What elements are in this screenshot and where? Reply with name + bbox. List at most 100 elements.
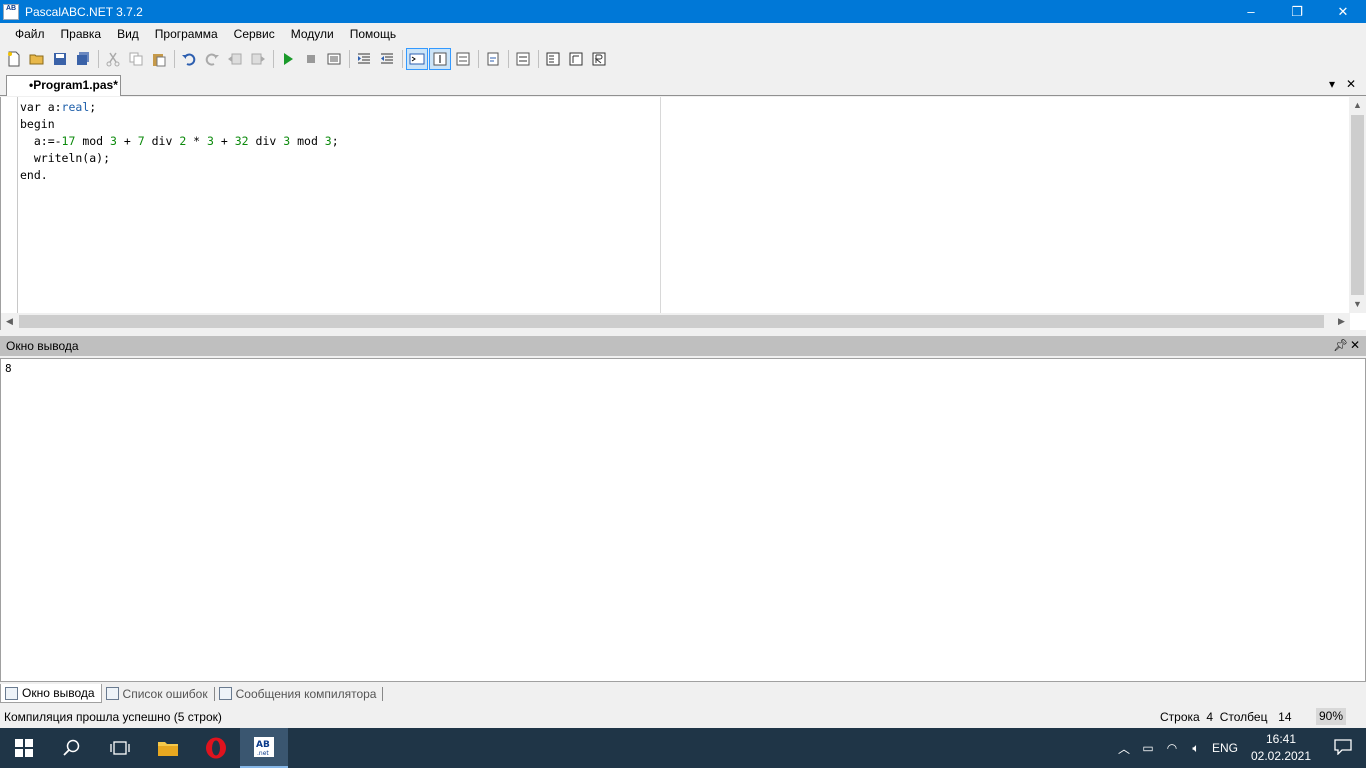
menu-file[interactable]: Файл [7,24,53,44]
right-margin-line [660,97,661,313]
restore-button[interactable]: ❐ [1274,0,1320,23]
format-code-icon[interactable] [482,48,504,70]
code-token: ; [331,134,339,148]
pin-icon[interactable]: 📌︎ [1333,338,1348,352]
code-line[interactable]: writeln(a); [20,150,339,167]
code-text[interactable]: var a:real; begin a:=-17 mod 3 + 7 div 2 … [20,99,339,184]
clock-date: 02.02.2021 [1250,749,1312,763]
menu-service[interactable]: Сервис [226,24,283,44]
code-token: begin [20,117,55,131]
compile-icon[interactable] [323,48,345,70]
code-token: a:=- [20,134,62,148]
copy-icon[interactable] [125,48,147,70]
toolbar-separator [349,50,350,68]
tab-output-window-label: Окно вывода [22,686,95,700]
code-token: div [144,134,180,148]
horizontal-scrollbar[interactable]: ◀ ▶ [1,313,1350,330]
pascalabc-taskbar-icon[interactable]: AB .net [240,728,288,768]
tab-output-window[interactable]: Окно вывода [0,684,102,703]
unindent-icon[interactable] [376,48,398,70]
start-windows-icon[interactable] [0,728,48,768]
close-tab-icon[interactable]: ✕ [1346,77,1356,91]
code-editor[interactable]: var a:real; begin a:=-17 mod 3 + 7 div 2 … [0,97,1366,330]
code-token: div [248,134,284,148]
output-panel-title: Окно вывода [6,339,79,353]
code-token: real [61,100,90,114]
output-window[interactable]: 8 [0,358,1366,682]
save-icon[interactable] [49,48,71,70]
line-gutter [1,97,18,313]
task-view-icon[interactable] [96,728,144,768]
code-line[interactable]: a:=-17 mod 3 + 7 div 2 * 3 + 32 div 3 mo… [20,133,339,150]
indent-icon[interactable] [353,48,375,70]
cut-icon[interactable] [102,48,124,70]
run-icon[interactable] [277,48,299,70]
output-panel-header: Окно вывода 📌︎ ✕ [0,336,1366,356]
title-bar: AB PascalABC.NET 3.7.2 – ❐ ✕ [0,0,1366,23]
minimize-button[interactable]: – [1228,0,1274,23]
close-panel-icon[interactable]: ✕ [1350,338,1360,352]
paste-icon[interactable] [148,48,170,70]
code-line[interactable]: var a:real; [20,99,339,116]
menu-program[interactable]: Программа [147,24,226,44]
horizontal-scroll-thumb[interactable] [19,315,1324,328]
wifi-icon[interactable]: ◠ [1160,741,1184,755]
vertical-scroll-thumb[interactable] [1351,115,1364,295]
new-file-icon[interactable] [3,48,25,70]
scroll-down-icon[interactable]: ▼ [1349,296,1366,313]
clock[interactable]: 16:41 02.02.2021 [1242,731,1320,765]
navigate-back-icon[interactable] [224,48,246,70]
column-value: 14 [1278,710,1292,724]
code-line[interactable]: end. [20,167,339,184]
tab-compiler-messages[interactable]: Сообщения компилятора [215,684,383,703]
svg-text:.net: .net [257,750,269,757]
code-line[interactable]: begin [20,116,339,133]
volume-icon[interactable]: 🔈︎ [1184,741,1208,756]
opera-browser-icon[interactable] [192,728,240,768]
toolbar-separator [273,50,274,68]
input-language[interactable]: ENG [1208,741,1242,755]
stop-icon[interactable] [300,48,322,70]
save-all-icon[interactable] [72,48,94,70]
menu-edit[interactable]: Правка [53,24,110,44]
code-template-icon[interactable] [512,48,534,70]
file-explorer-icon[interactable] [144,728,192,768]
battery-icon[interactable]: ▭ [1136,741,1160,755]
zoom-level[interactable]: 90% [1316,708,1346,725]
code-token: 17 [61,134,76,148]
redo-icon[interactable] [201,48,223,70]
undo-icon[interactable] [178,48,200,70]
code-token: 32 [234,134,249,148]
form-designer-icon[interactable] [542,48,564,70]
notifications-icon[interactable] [1320,738,1366,758]
menu-help[interactable]: Помощь [342,24,404,44]
code-token: + [116,134,138,148]
debug-toggle-icon[interactable] [429,48,451,70]
open-folder-icon[interactable] [26,48,48,70]
output-window-toggle-icon[interactable] [406,48,428,70]
tab-program1[interactable]: •Program1.pas* [6,75,121,96]
tab-error-list-label: Список ошибок [122,686,208,701]
scroll-right-icon[interactable]: ▶ [1333,313,1350,330]
show-hidden-icons-chevron-icon[interactable]: ︿ [1112,740,1136,757]
reference-icon[interactable] [588,48,610,70]
add-unit-icon[interactable] [565,48,587,70]
code-token: 3 [110,134,117,148]
tab-separator [382,686,384,701]
scroll-up-icon[interactable]: ▲ [1349,97,1366,114]
output-text: 8 [5,362,12,375]
window-title: PascalABC.NET 3.7.2 [25,4,143,19]
close-button[interactable]: ✕ [1320,0,1366,23]
code-token: end. [20,168,48,182]
vertical-scrollbar[interactable]: ▲ ▼ [1349,97,1366,313]
menu-view[interactable]: Вид [109,24,147,44]
tab-error-list[interactable]: Список ошибок [102,684,214,703]
tab-list-chevron-icon[interactable]: ▾ [1329,77,1335,91]
menu-modules[interactable]: Модули [283,24,342,44]
system-tray: ︿ ▭ ◠ 🔈︎ ENG 16:41 02.02.2021 [1112,728,1366,768]
watch-icon[interactable] [452,48,474,70]
scroll-left-icon[interactable]: ◀ [1,313,18,330]
search-icon[interactable] [48,728,96,768]
navigate-forward-icon[interactable] [247,48,269,70]
output-window-icon [5,686,18,700]
